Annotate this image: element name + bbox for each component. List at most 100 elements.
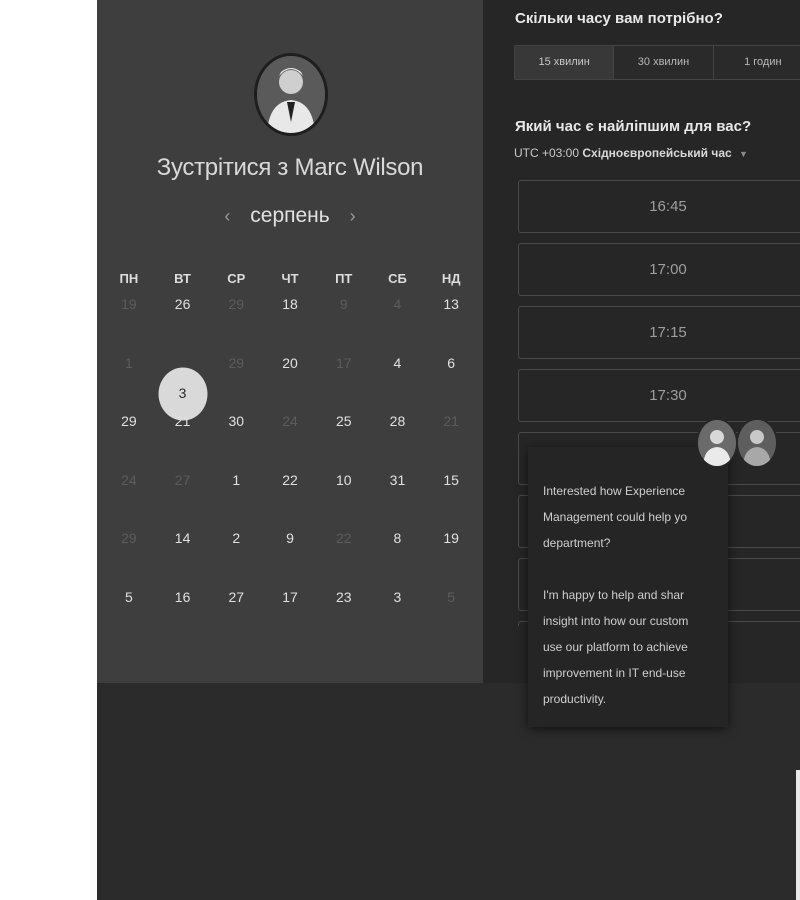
month-navigator: ‹ серпень › <box>97 204 483 228</box>
calendar-day-number: 23 <box>335 588 352 605</box>
duration-title: Скільки часу вам потрібно? <box>515 10 723 27</box>
calendar-day-number: 13 <box>443 296 459 312</box>
calendar-day: 22 <box>317 523 371 582</box>
calendar-day-number: 9 <box>339 296 348 312</box>
calendar-day[interactable]: 4 <box>371 348 425 407</box>
chevron-right-icon[interactable]: › <box>336 206 370 226</box>
caret-down-icon: ▼ <box>739 149 748 159</box>
weekday-label: ПТ <box>335 271 353 286</box>
calendar-day-number: 2 <box>232 530 241 547</box>
calendar-day: 5 <box>424 582 478 641</box>
calendar-day-number: 29 <box>121 413 137 430</box>
calendar-day-number: 5 <box>124 588 133 605</box>
time-title: Який час є найліпшим для вас? <box>515 118 752 135</box>
calendar-day[interactable]: 13 <box>424 289 478 348</box>
person-avatar-icon <box>696 418 738 468</box>
calendar-day[interactable]: 5 <box>102 582 156 641</box>
calendar-day[interactable]: 3 <box>371 582 425 641</box>
calendar-day: 24 <box>263 406 317 465</box>
calendar-day-number: 1 <box>124 354 133 371</box>
calendar-day[interactable]: 30 <box>209 406 263 465</box>
time-slot-button[interactable]: 17:30 <box>518 369 800 422</box>
calendar-body: 19 26 29 18 9 4 13 1 3 29 20 17 4 6 29 21 30 24 25 28 21 24 27… <box>97 289 483 641</box>
weekday-label: СБ <box>388 271 407 286</box>
calendar-day[interactable]: 27 <box>209 582 263 641</box>
chevron-left-icon[interactable]: ‹ <box>210 206 244 226</box>
calendar-day-number: 31 <box>389 471 406 488</box>
chat-popup[interactable]: Interested how Experience Management cou… <box>528 447 728 727</box>
calendar-day[interactable]: 26 <box>156 289 210 348</box>
weekday-label: НД <box>441 271 461 286</box>
calendar-day: 27 <box>156 465 210 524</box>
calendar-day[interactable]: 19 <box>424 523 478 582</box>
time-slot-button[interactable]: 17:00 <box>518 243 800 296</box>
calendar-day-number: 19 <box>443 530 459 547</box>
duration-option[interactable]: 1 годин <box>713 46 800 79</box>
calendar-day-number: 4 <box>393 354 402 371</box>
calendar-day-number: 20 <box>282 354 298 371</box>
calendar-day-number: 16 <box>174 588 191 605</box>
calendar-day[interactable]: 14 <box>156 523 210 582</box>
calendar-day-number: 29 <box>121 530 137 547</box>
timezone-selector[interactable]: UTC +03:00 Східноєвропейський час ▼ <box>514 146 748 160</box>
calendar-day-number: 29 <box>228 354 245 371</box>
calendar-day-number: 21 <box>174 413 191 430</box>
calendar-day[interactable]: 9 <box>263 523 317 582</box>
calendar-day: 9 <box>317 289 371 348</box>
calendar-week-row: 24 27 1 22 10 31 15 <box>97 465 483 524</box>
calendar-grid: ПН ВТ СР ЧТ ПТ СБ НД 19 26 29 18 9 4 13 1 3 29 20 17 4 6 29 2… <box>97 269 483 641</box>
calendar-day[interactable]: 2 <box>209 523 263 582</box>
calendar-day[interactable]: 23 <box>317 582 371 641</box>
calendar-week-row: 5 16 27 17 23 3 5 <box>97 582 483 641</box>
calendar-day-number: 15 <box>443 471 459 488</box>
calendar-day-number: 25 <box>335 413 352 430</box>
calendar-day-number: 9 <box>286 530 294 547</box>
calendar-day-number: 27 <box>228 588 245 605</box>
duration-option[interactable]: 15 хвилин <box>515 46 615 79</box>
calendar-day-number: 18 <box>282 296 298 312</box>
time-slot-button[interactable]: 17:15 <box>518 306 800 359</box>
calendar-day[interactable]: 28 <box>371 406 425 465</box>
calendar-day: 29 <box>209 348 263 407</box>
calendar-day[interactable]: 15 <box>424 465 478 524</box>
calendar-day: 24 <box>102 465 156 524</box>
calendar-day: 1 <box>102 348 156 407</box>
calendar-day-number: 27 <box>174 471 191 488</box>
calendar-day[interactable]: 10 <box>317 465 371 524</box>
calendar-day-number: 1 <box>232 471 241 488</box>
weekday-label: ПН <box>119 271 139 286</box>
calendar-day[interactable]: 22 <box>263 465 317 524</box>
timezone-offset: UTC +03:00 <box>514 146 580 160</box>
calendar-day: 19 <box>102 289 156 348</box>
calendar-day[interactable]: 16 <box>156 582 210 641</box>
meet-title: Зустрітися з Marc Wilson <box>156 154 424 181</box>
calendar-day-number: 17 <box>282 588 298 605</box>
calendar-day[interactable]: 17 <box>263 582 317 641</box>
calendar-day[interactable]: 18 <box>263 289 317 348</box>
calendar-week-row: 19 26 29 18 9 4 13 <box>97 289 483 348</box>
calendar-day-number: 19 <box>121 296 137 312</box>
calendar-day-selected[interactable]: 3 <box>156 348 210 421</box>
calendar-day-number: 4 <box>393 296 402 312</box>
month-label: серпень <box>250 204 330 227</box>
calendar-day-number: 30 <box>228 413 245 430</box>
duration-option[interactable]: 30 хвилин <box>614 46 714 79</box>
chat-avatars[interactable] <box>696 418 786 472</box>
calendar-day-number: 22 <box>335 530 352 547</box>
calendar-day: 29 <box>102 523 156 582</box>
calendar-day[interactable]: 25 <box>317 406 371 465</box>
calendar-day[interactable]: 8 <box>371 523 425 582</box>
calendar-day: 21 <box>424 406 478 465</box>
weekday-header: ПН ВТ СР ЧТ ПТ СБ НД <box>97 269 483 289</box>
calendar-day[interactable]: 20 <box>263 348 317 407</box>
calendar-day[interactable]: 6 <box>424 348 478 407</box>
calendar-day-number: 3 <box>393 588 402 605</box>
calendar-day[interactable]: 31 <box>371 465 425 524</box>
calendar-day[interactable]: 29 <box>102 406 156 465</box>
time-slot-button[interactable]: 16:45 <box>518 180 800 233</box>
calendar-day: 17 <box>317 348 371 407</box>
calendar-day: 4 <box>371 289 425 348</box>
calendar-day[interactable]: 21 <box>156 406 210 465</box>
calendar-day[interactable]: 1 <box>209 465 263 524</box>
calendar-day-number: 17 <box>335 354 352 371</box>
